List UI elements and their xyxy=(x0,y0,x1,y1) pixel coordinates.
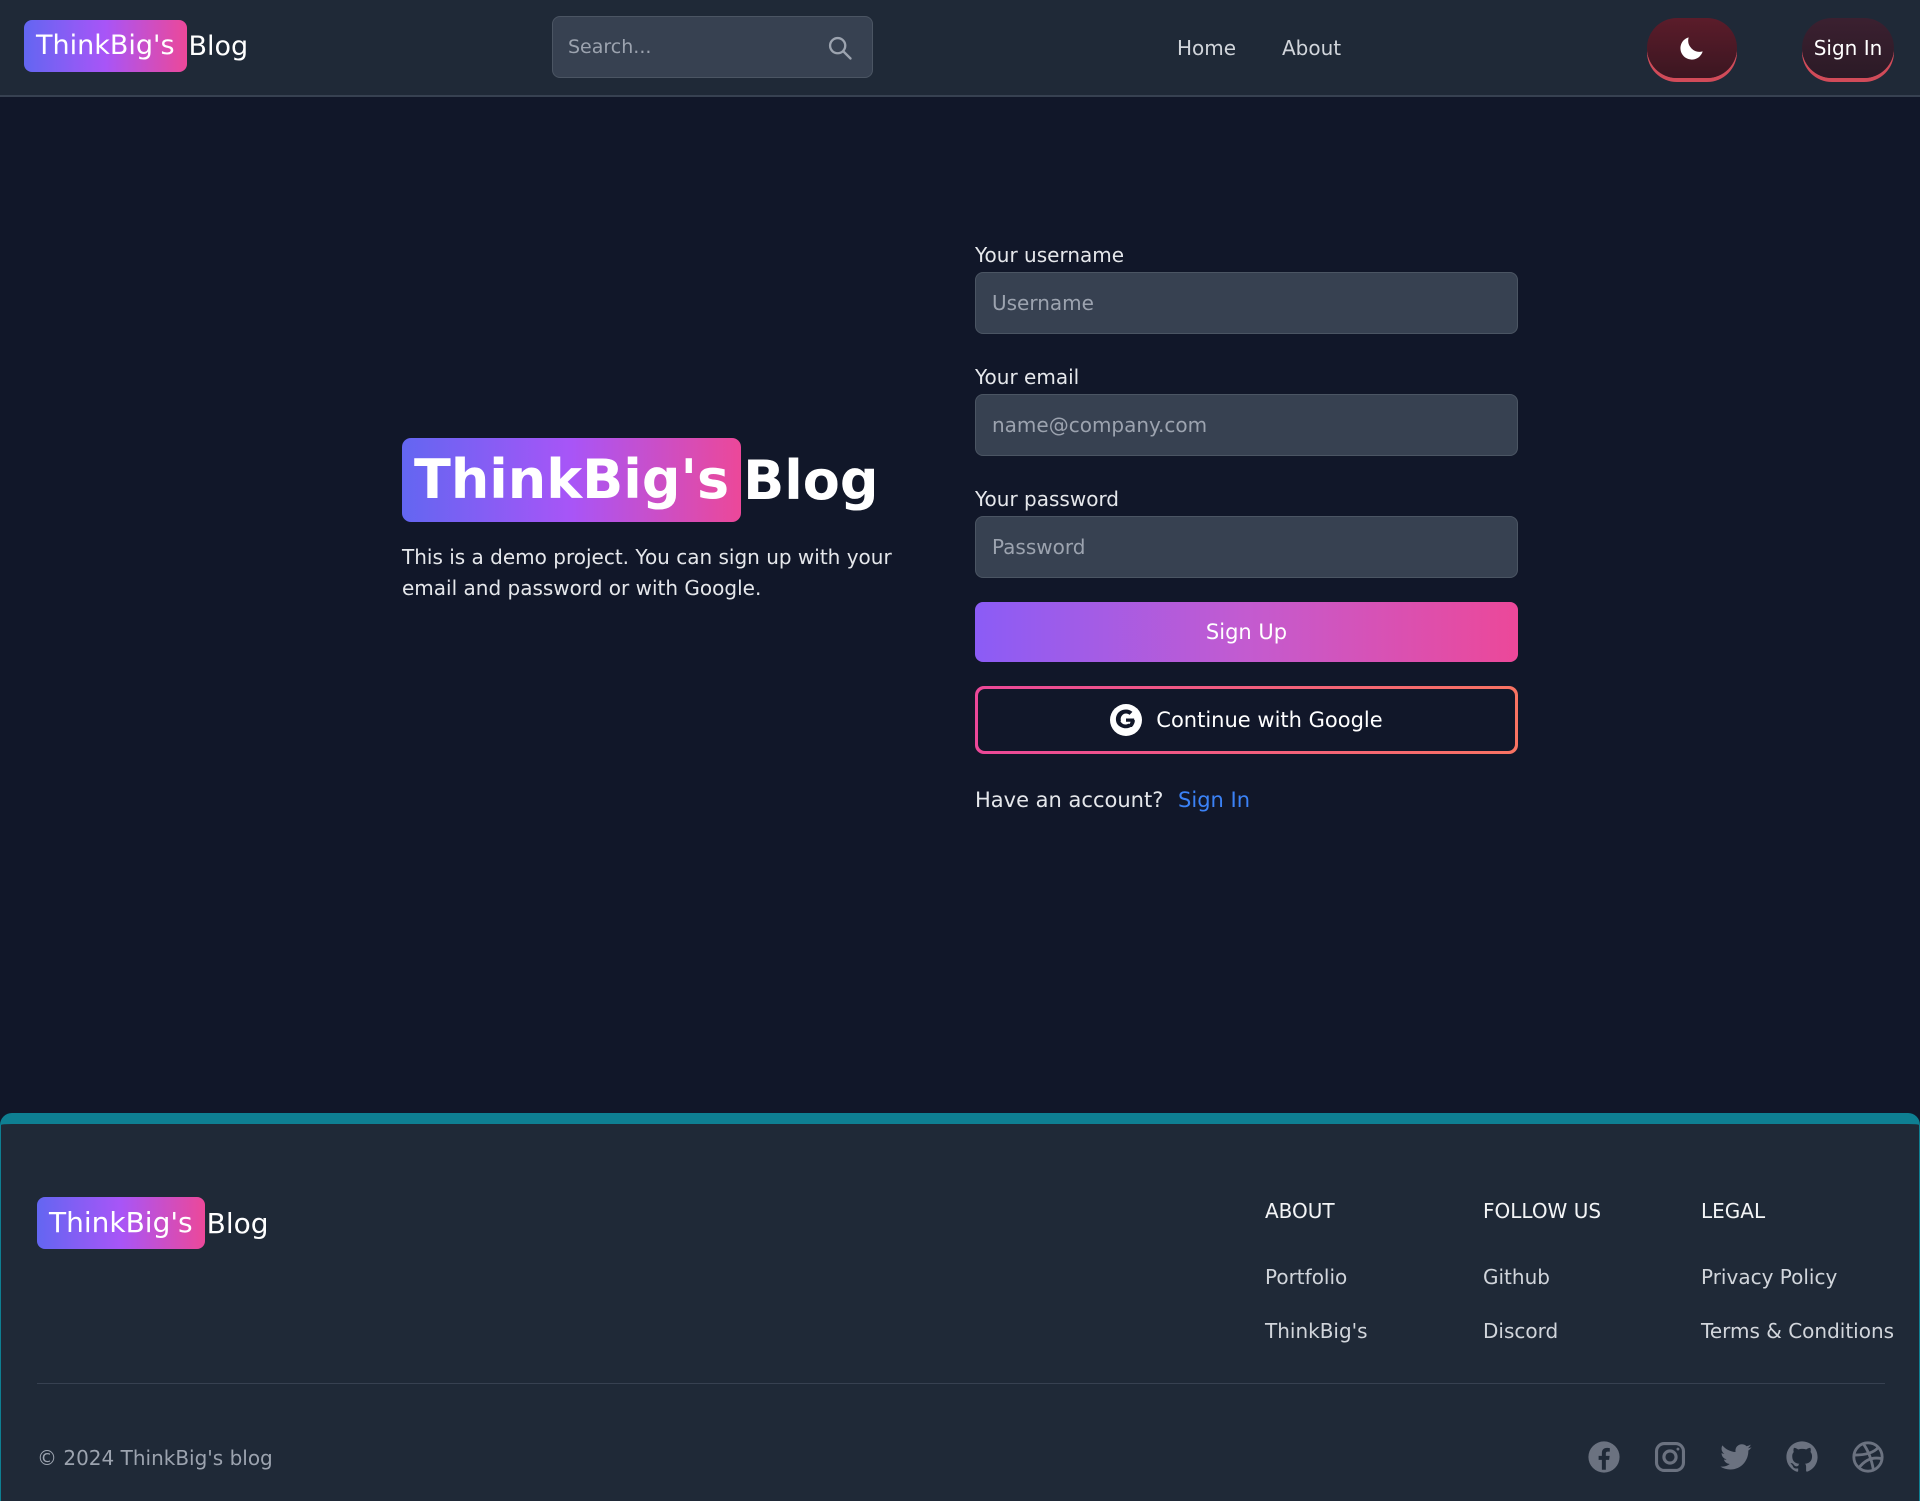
footer-link-thinkbigs[interactable]: ThinkBig's xyxy=(1265,1319,1368,1343)
signin-link[interactable]: Sign In xyxy=(1178,788,1250,812)
footer-brand-logo[interactable]: ThinkBig's Blog xyxy=(37,1197,269,1249)
hero-brand-text: Blog xyxy=(743,448,879,512)
github-icon[interactable] xyxy=(1785,1440,1819,1474)
nav-about-link[interactable]: About xyxy=(1282,36,1341,60)
footer-col-title: Follow us xyxy=(1483,1199,1602,1223)
site-footer: ThinkBig's Blog About Portfolio ThinkBig… xyxy=(0,1113,1920,1501)
footer-link-discord[interactable]: Discord xyxy=(1483,1319,1558,1343)
footer-brand-text: Blog xyxy=(206,1206,269,1240)
footer-col-title: Legal xyxy=(1701,1199,1766,1223)
theme-toggle-button[interactable] xyxy=(1647,18,1737,78)
brand-badge: ThinkBig's xyxy=(24,20,187,72)
footer-col-about: About Portfolio ThinkBig's xyxy=(1265,1199,1368,1343)
google-icon xyxy=(1110,704,1143,736)
password-input[interactable] xyxy=(975,516,1518,578)
hero-description: This is a demo project. You can sign up … xyxy=(402,545,892,600)
username-label: Your username xyxy=(975,243,1125,267)
facebook-icon[interactable] xyxy=(1587,1440,1621,1474)
moon-icon xyxy=(1680,37,1703,60)
dribbble-icon[interactable] xyxy=(1851,1440,1885,1474)
footer-col-title: About xyxy=(1265,1199,1335,1223)
hero-brand-badge: ThinkBig's xyxy=(402,438,742,522)
brand-logo[interactable]: ThinkBig's Blog xyxy=(24,20,248,72)
footer-col-follow: Follow us Github Discord xyxy=(1483,1199,1602,1343)
footer-col-legal: Legal Privacy Policy Terms & Conditions xyxy=(1701,1199,1894,1343)
footer-link-terms[interactable]: Terms & Conditions xyxy=(1701,1319,1894,1343)
have-account-text: Have an account? xyxy=(975,788,1164,812)
copyright-text: © 2024 ThinkBig's blog xyxy=(37,1446,273,1470)
twitter-icon[interactable] xyxy=(1719,1440,1753,1474)
email-label: Your email xyxy=(975,365,1080,389)
brand-text: Blog xyxy=(188,30,249,62)
password-label: Your password xyxy=(975,487,1120,511)
instagram-icon[interactable] xyxy=(1653,1440,1687,1474)
footer-brand-badge: ThinkBig's xyxy=(37,1197,205,1249)
search-box xyxy=(552,16,873,78)
footer-link-privacy[interactable]: Privacy Policy xyxy=(1701,1265,1837,1289)
footer-divider xyxy=(37,1383,1885,1384)
top-navbar: ThinkBig's Blog Home About Sign In xyxy=(0,0,1920,97)
search-icon[interactable] xyxy=(826,34,854,62)
footer-link-github[interactable]: Github xyxy=(1483,1265,1550,1289)
google-signin-button[interactable]: Continue with Google xyxy=(975,686,1518,754)
footer-link-portfolio[interactable]: Portfolio xyxy=(1265,1265,1347,1289)
google-button-inner: Continue with Google xyxy=(978,689,1515,751)
nav-home-link[interactable]: Home xyxy=(1177,36,1236,60)
google-button-label: Continue with Google xyxy=(1156,708,1383,732)
have-account-row: Have an account? Sign In xyxy=(975,788,1250,812)
username-input[interactable] xyxy=(975,272,1518,334)
search-input[interactable] xyxy=(553,17,872,77)
email-input[interactable] xyxy=(975,394,1518,456)
hero-brand-logo: ThinkBig's Blog xyxy=(402,438,879,522)
header-signin-button[interactable]: Sign In xyxy=(1802,18,1894,78)
signup-button[interactable]: Sign Up xyxy=(975,602,1518,662)
